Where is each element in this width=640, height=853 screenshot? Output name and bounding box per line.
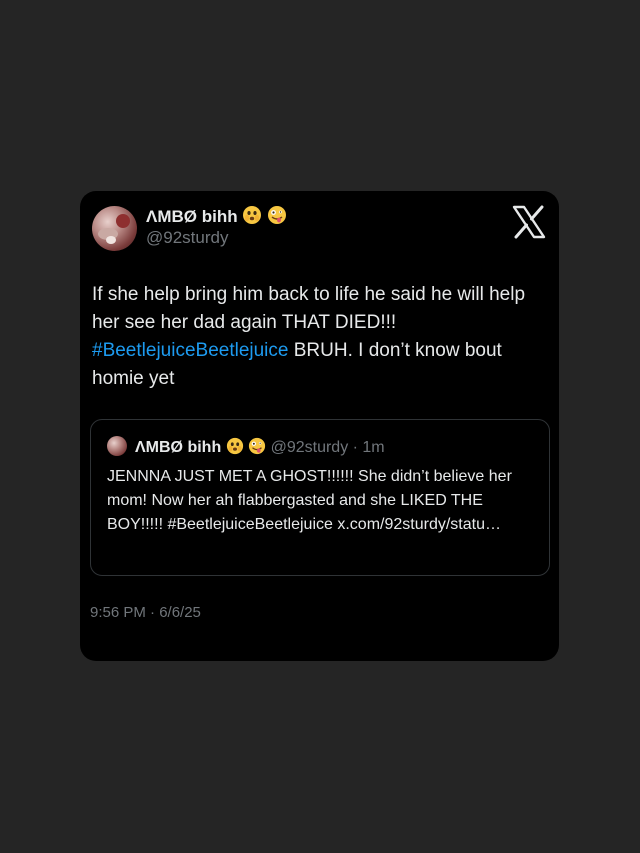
tweet-card: ΛMBØ bihh @92sturdy If she help bring hi… — [80, 191, 559, 661]
handle[interactable]: @92sturdy — [146, 228, 228, 248]
quoted-handle: @92sturdy — [270, 439, 349, 456]
quoted-avatar — [107, 436, 127, 456]
timestamp[interactable]: 9:56 PM · 6/6/25 — [90, 604, 201, 621]
display-name[interactable]: ΛMBØ bihh — [146, 207, 238, 226]
tweet-text: If she help bring him back to life he sa… — [92, 281, 547, 393]
tweet-text-part1: If she help bring him back to life he sa… — [92, 284, 526, 333]
quoted-separator: · — [348, 439, 363, 456]
face-holding-back-tears-emoji — [226, 437, 244, 460]
avatar[interactable] — [92, 206, 137, 251]
display-name-row[interactable]: ΛMBØ bihh — [146, 205, 287, 230]
face-holding-back-tears-emoji — [242, 205, 262, 230]
hashtag-link[interactable]: #BeetlejuiceBeetlejuice — [92, 340, 288, 361]
quoted-tweet[interactable]: ΛMBØ bihh @92sturdy · 1m JENNNA JUST MET… — [90, 419, 550, 576]
quoted-header: ΛMBØ bihh @92sturdy · 1m — [135, 437, 385, 460]
quoted-display-name: ΛMBØ bihh — [135, 439, 222, 456]
quoted-time: 1m — [362, 439, 385, 456]
zany-face-emoji — [248, 437, 266, 460]
zany-face-emoji — [267, 205, 287, 230]
x-logo-icon[interactable] — [511, 204, 547, 240]
quoted-text: JENNNA JUST MET A GHOST!!!!!! She didn’t… — [107, 468, 512, 533]
